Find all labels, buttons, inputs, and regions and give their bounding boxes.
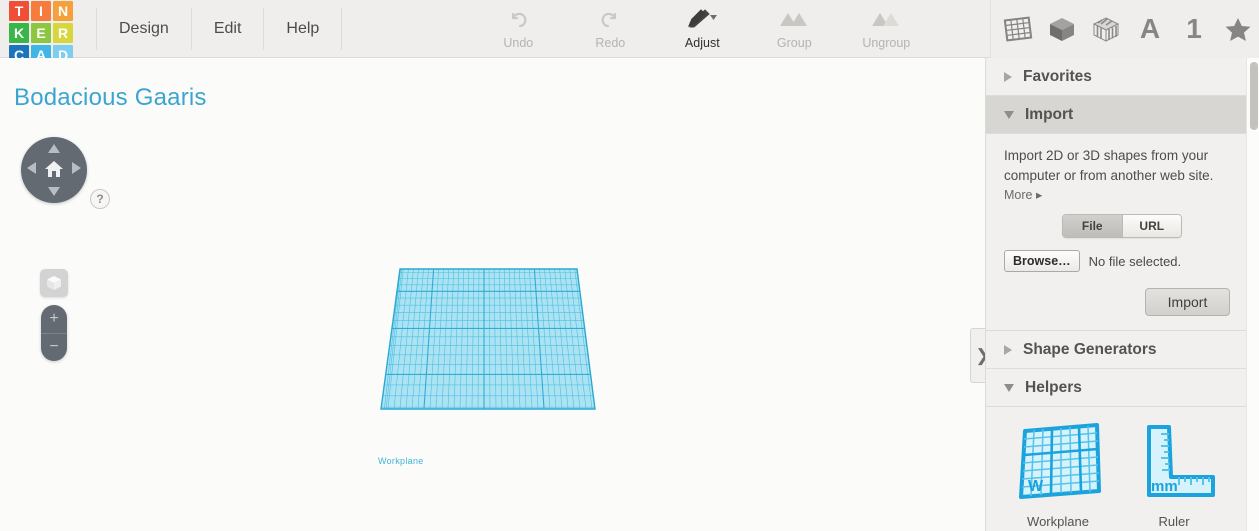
sidebar-section-shape-generators-label: Shape Generators: [1023, 340, 1157, 358]
logo-tile-i: I: [31, 1, 51, 21]
nav-left-arrow-icon[interactable]: [27, 162, 36, 174]
svg-text:W: W: [1028, 478, 1044, 495]
chevron-right-icon: [1004, 344, 1012, 355]
design-title[interactable]: Bodacious Gaaris: [14, 84, 207, 112]
sidebar-scrollbar[interactable]: [1246, 58, 1259, 531]
redo-icon: [598, 6, 622, 32]
logo-tile-k: K: [9, 23, 29, 43]
sidebar-section-helpers[interactable]: Helpers: [986, 369, 1246, 407]
import-more-link[interactable]: More ▸: [1004, 187, 1230, 202]
import-button[interactable]: Import: [1145, 288, 1230, 316]
chevron-down-icon: [1004, 110, 1014, 119]
home-view-icon[interactable]: [43, 158, 65, 180]
undo-button[interactable]: Undo: [472, 0, 564, 56]
ungroup-icon: [869, 6, 903, 32]
helper-item-workplane[interactable]: W Workplane: [1000, 419, 1116, 529]
number-shape-icon[interactable]: 1: [1177, 10, 1211, 48]
ungroup-label: Ungroup: [862, 36, 911, 50]
logo-tile-n: N: [53, 1, 73, 21]
logo-tile-e: E: [31, 23, 51, 43]
design-canvas[interactable]: Bodacious Gaaris ? + − Workplane: [0, 58, 985, 531]
text-shape-icon[interactable]: A: [1133, 10, 1167, 48]
adjust-label: Adjust: [684, 36, 720, 50]
sidebar-section-helpers-label: Helpers: [1025, 378, 1082, 396]
panel-collapse-handle[interactable]: ❯: [970, 328, 985, 383]
fit-view-button[interactable]: [40, 269, 68, 297]
chevron-right-icon: [1004, 71, 1012, 82]
import-action-row: Import: [1004, 288, 1230, 316]
menu-item-design[interactable]: Design: [96, 8, 192, 50]
import-source-toggle[interactable]: File URL: [1062, 214, 1182, 238]
favorites-star-icon[interactable]: [1221, 10, 1255, 48]
top-toolbar: T I N K E R C A D Design Edit Help Undo: [0, 0, 1259, 65]
logo-tile-t: T: [9, 1, 29, 21]
group-icon: [777, 6, 811, 32]
undo-icon: [506, 6, 530, 32]
workplane-grid[interactable]: [370, 263, 610, 428]
zoom-out-button[interactable]: −: [41, 334, 67, 362]
logo-tile-r: R: [53, 23, 73, 43]
shape-library-icon-strip: A 1: [990, 0, 1259, 58]
zoom-in-button[interactable]: +: [41, 305, 67, 334]
group-button[interactable]: Group: [748, 0, 840, 56]
adjust-icon: [685, 6, 719, 32]
import-panel: Import 2D or 3D shapes from your compute…: [986, 134, 1246, 331]
helper-label-workplane: Workplane: [1027, 514, 1089, 529]
nav-right-arrow-icon[interactable]: [72, 162, 81, 174]
redo-button[interactable]: Redo: [564, 0, 656, 56]
helper-item-ruler[interactable]: mm Ruler: [1116, 419, 1232, 529]
ruler-icon: mm: [1125, 419, 1223, 510]
helpers-panel: W Workplane mm Ruler: [986, 407, 1246, 529]
chevron-down-icon: [1004, 383, 1014, 392]
file-status-text: No file selected.: [1088, 253, 1182, 269]
workplane-label: Workplane: [378, 456, 424, 466]
sidebar-section-shape-generators[interactable]: Shape Generators: [986, 331, 1246, 369]
main-menu-bar: Design Edit Help: [96, 0, 343, 58]
svg-text:mm: mm: [1151, 478, 1178, 495]
redo-label: Redo: [595, 36, 626, 50]
import-description: Import 2D or 3D shapes from your compute…: [1004, 148, 1214, 183]
import-source-file-tab[interactable]: File: [1063, 215, 1122, 237]
tinkercad-logo[interactable]: T I N K E R C A D: [8, 0, 74, 66]
import-source-url-tab[interactable]: URL: [1121, 215, 1181, 237]
striped-cube-icon[interactable]: [1089, 10, 1123, 48]
edit-tools-group: Undo Redo Adjust Group Ungroup: [472, 0, 932, 58]
undo-label: Undo: [503, 36, 534, 50]
solid-cube-icon[interactable]: [1045, 10, 1079, 48]
group-label: Group: [776, 36, 812, 50]
menu-item-edit[interactable]: Edit: [192, 8, 265, 50]
ungroup-button[interactable]: Ungroup: [840, 0, 932, 56]
sidebar-section-import[interactable]: Import: [986, 96, 1246, 134]
zoom-controls[interactable]: + −: [41, 305, 67, 361]
menu-item-help[interactable]: Help: [264, 8, 343, 50]
helper-label-ruler: Ruler: [1158, 514, 1190, 529]
workplane-icon: W: [1009, 419, 1107, 510]
sidebar-section-favorites[interactable]: Favorites: [986, 58, 1246, 96]
sidebar-section-favorites-label: Favorites: [1023, 67, 1092, 85]
view-navigation-wheel[interactable]: [21, 137, 87, 203]
right-sidebar: Favorites Import Import 2D or 3D shapes …: [985, 58, 1259, 531]
help-button[interactable]: ?: [90, 189, 110, 209]
sidebar-section-import-label: Import: [1025, 105, 1074, 123]
nav-down-arrow-icon[interactable]: [48, 187, 60, 196]
workplane-grid-icon[interactable]: [1001, 10, 1035, 48]
adjust-button[interactable]: Adjust: [656, 0, 748, 56]
file-picker-row: Browse… No file selected.: [1004, 250, 1230, 272]
sidebar-scrollbar-thumb[interactable]: [1249, 62, 1258, 130]
nav-up-arrow-icon[interactable]: [48, 144, 60, 153]
browse-button[interactable]: Browse…: [1004, 250, 1080, 272]
